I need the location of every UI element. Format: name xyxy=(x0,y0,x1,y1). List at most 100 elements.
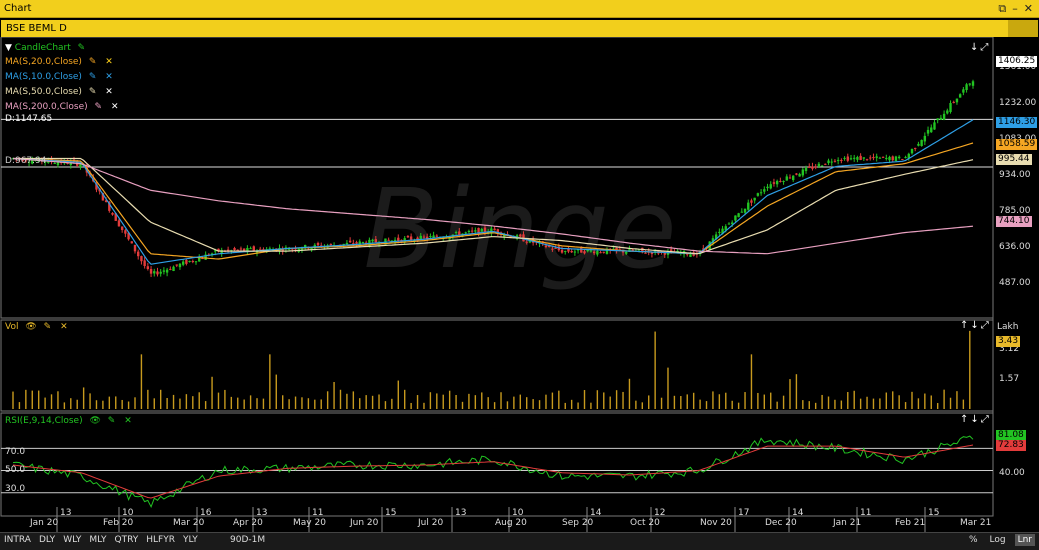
candle-body xyxy=(859,155,862,161)
volume-bar xyxy=(436,393,438,409)
tf-dly[interactable]: DLY xyxy=(39,535,55,545)
legend-candle[interactable]: ▼ CandleChart ✎ xyxy=(5,43,85,53)
volume-bar xyxy=(481,392,483,409)
volume-bar xyxy=(667,367,669,409)
volume-bar xyxy=(442,394,444,409)
volume-bar xyxy=(692,392,695,409)
remove-icon[interactable]: ✕ xyxy=(105,87,113,97)
rsi-legend[interactable]: RSI(E,9,14,Close) 👁 ✎ ✕ xyxy=(5,416,132,426)
eye-icon[interactable]: 👁 xyxy=(89,416,100,426)
volume-bar xyxy=(814,402,817,409)
candle-body xyxy=(747,202,750,210)
tf-hlfyr[interactable]: HLFYR xyxy=(146,535,175,545)
volume-bar xyxy=(551,392,554,409)
rsi-label: RSI(E,9,14,Close) xyxy=(5,416,83,426)
candle-body xyxy=(153,271,156,274)
pane-controls-vol[interactable]: ↑↓⤢ xyxy=(960,320,991,331)
candle-body xyxy=(718,231,721,233)
candle-body xyxy=(843,157,846,159)
candle-body xyxy=(165,269,169,273)
volume-bar xyxy=(718,394,721,409)
pencil-icon[interactable]: ✎ xyxy=(95,102,103,112)
collapse-icon[interactable]: ▼ xyxy=(5,43,12,53)
volume-bar xyxy=(757,392,759,409)
candle-body xyxy=(371,239,374,242)
candle-body xyxy=(483,227,487,232)
volume-bar xyxy=(622,391,624,409)
candle-body xyxy=(599,252,602,254)
candle-body xyxy=(926,129,930,134)
rsi-level-label: 70.0 xyxy=(5,447,26,457)
close-icon[interactable]: ✕ xyxy=(1024,2,1033,15)
tf-wly[interactable]: WLY xyxy=(63,535,81,545)
x-axis-day: 15 xyxy=(928,508,940,518)
volume-bar xyxy=(924,393,926,409)
pane-controls-price[interactable]: ↓⤢ xyxy=(970,42,990,53)
volume-bar xyxy=(44,397,46,409)
candle-body xyxy=(804,167,808,171)
tf-mly[interactable]: MLY xyxy=(89,535,106,545)
remove-icon[interactable]: ✕ xyxy=(105,72,113,82)
x-axis-month: Jul 20 xyxy=(418,518,444,528)
x-axis-day: 12 xyxy=(654,508,666,518)
remove-icon[interactable]: ✕ xyxy=(124,416,132,426)
rsi-axis-label: 40.00 xyxy=(999,468,1025,478)
scale-percent[interactable]: % xyxy=(966,534,981,546)
pencil-icon[interactable]: ✎ xyxy=(89,87,97,97)
legend-ma-1[interactable]: MA(S,10.0,Close) ✎ ✕ xyxy=(5,72,113,82)
pane-controls-rsi[interactable]: ↑↓⤢ xyxy=(960,414,991,425)
candle-body xyxy=(397,237,400,241)
minimize-icon[interactable]: – xyxy=(1012,2,1018,15)
candle-body xyxy=(573,251,577,253)
pencil-icon[interactable]: ✎ xyxy=(78,43,86,53)
candle-body xyxy=(130,241,133,244)
candle-body xyxy=(188,260,191,263)
candle-body xyxy=(808,166,811,168)
bottom-toolbar: INTRA DLY WLY MLY QTRY HLFYR YLY 90D-1M … xyxy=(0,532,1039,550)
legend-ma-0[interactable]: MA(S,20.0,Close) ✎ ✕ xyxy=(5,57,113,67)
chart-canvas[interactable]: Binge xyxy=(0,37,1039,532)
restore-icon[interactable]: ⧉ xyxy=(998,2,1006,15)
candle-body xyxy=(785,176,788,181)
volume-bar xyxy=(885,392,888,409)
candle-body xyxy=(862,157,866,159)
remove-icon[interactable]: ✕ xyxy=(111,102,119,112)
volume-bar xyxy=(397,380,399,409)
tf-yly[interactable]: YLY xyxy=(183,535,198,545)
candle-body xyxy=(878,157,882,159)
volume-bar xyxy=(185,394,188,409)
volume-bar xyxy=(686,394,688,409)
pencil-icon[interactable]: ✎ xyxy=(89,57,97,67)
volume-bar xyxy=(102,400,104,409)
remove-icon[interactable]: ✕ xyxy=(60,322,68,332)
candle-body xyxy=(625,251,628,254)
vol-axis-label: 1.57 xyxy=(999,374,1020,384)
pencil-icon[interactable]: ✎ xyxy=(108,416,116,426)
range-selector[interactable]: 90D-1M xyxy=(230,535,265,545)
price-axis-label: 487.00 xyxy=(999,278,1031,288)
scale-log[interactable]: Log xyxy=(987,534,1009,546)
candle-body xyxy=(143,260,146,267)
candle-body xyxy=(406,235,410,238)
remove-icon[interactable]: ✕ xyxy=(105,57,113,67)
pencil-icon[interactable]: ✎ xyxy=(89,72,97,82)
pencil-icon[interactable]: ✎ xyxy=(44,322,52,332)
volume-bar xyxy=(192,396,194,409)
eye-icon[interactable]: 👁 xyxy=(25,322,36,332)
volume-bar xyxy=(936,403,939,409)
volume-bar xyxy=(70,398,72,409)
x-axis-month: Jan 20 xyxy=(30,518,59,528)
vol-legend[interactable]: Vol 👁 ✎ ✕ xyxy=(5,322,68,332)
x-axis-month: Jun 20 xyxy=(350,518,379,528)
legend-ma-3[interactable]: MA(S,200.0,Close) ✎ ✕ xyxy=(5,102,119,112)
tf-qtry[interactable]: QTRY xyxy=(115,535,139,545)
legend-ma-label: MA(S,50.0,Close) xyxy=(5,87,82,97)
candle-body xyxy=(117,220,121,227)
candle-body xyxy=(865,159,869,161)
scale-linear[interactable]: Lnr xyxy=(1014,534,1035,546)
tf-intra[interactable]: INTRA xyxy=(4,535,31,545)
candle-body xyxy=(191,260,194,262)
candle-body xyxy=(750,200,753,203)
candle-body xyxy=(435,235,439,237)
legend-ma-2[interactable]: MA(S,50.0,Close) ✎ ✕ xyxy=(5,87,113,97)
